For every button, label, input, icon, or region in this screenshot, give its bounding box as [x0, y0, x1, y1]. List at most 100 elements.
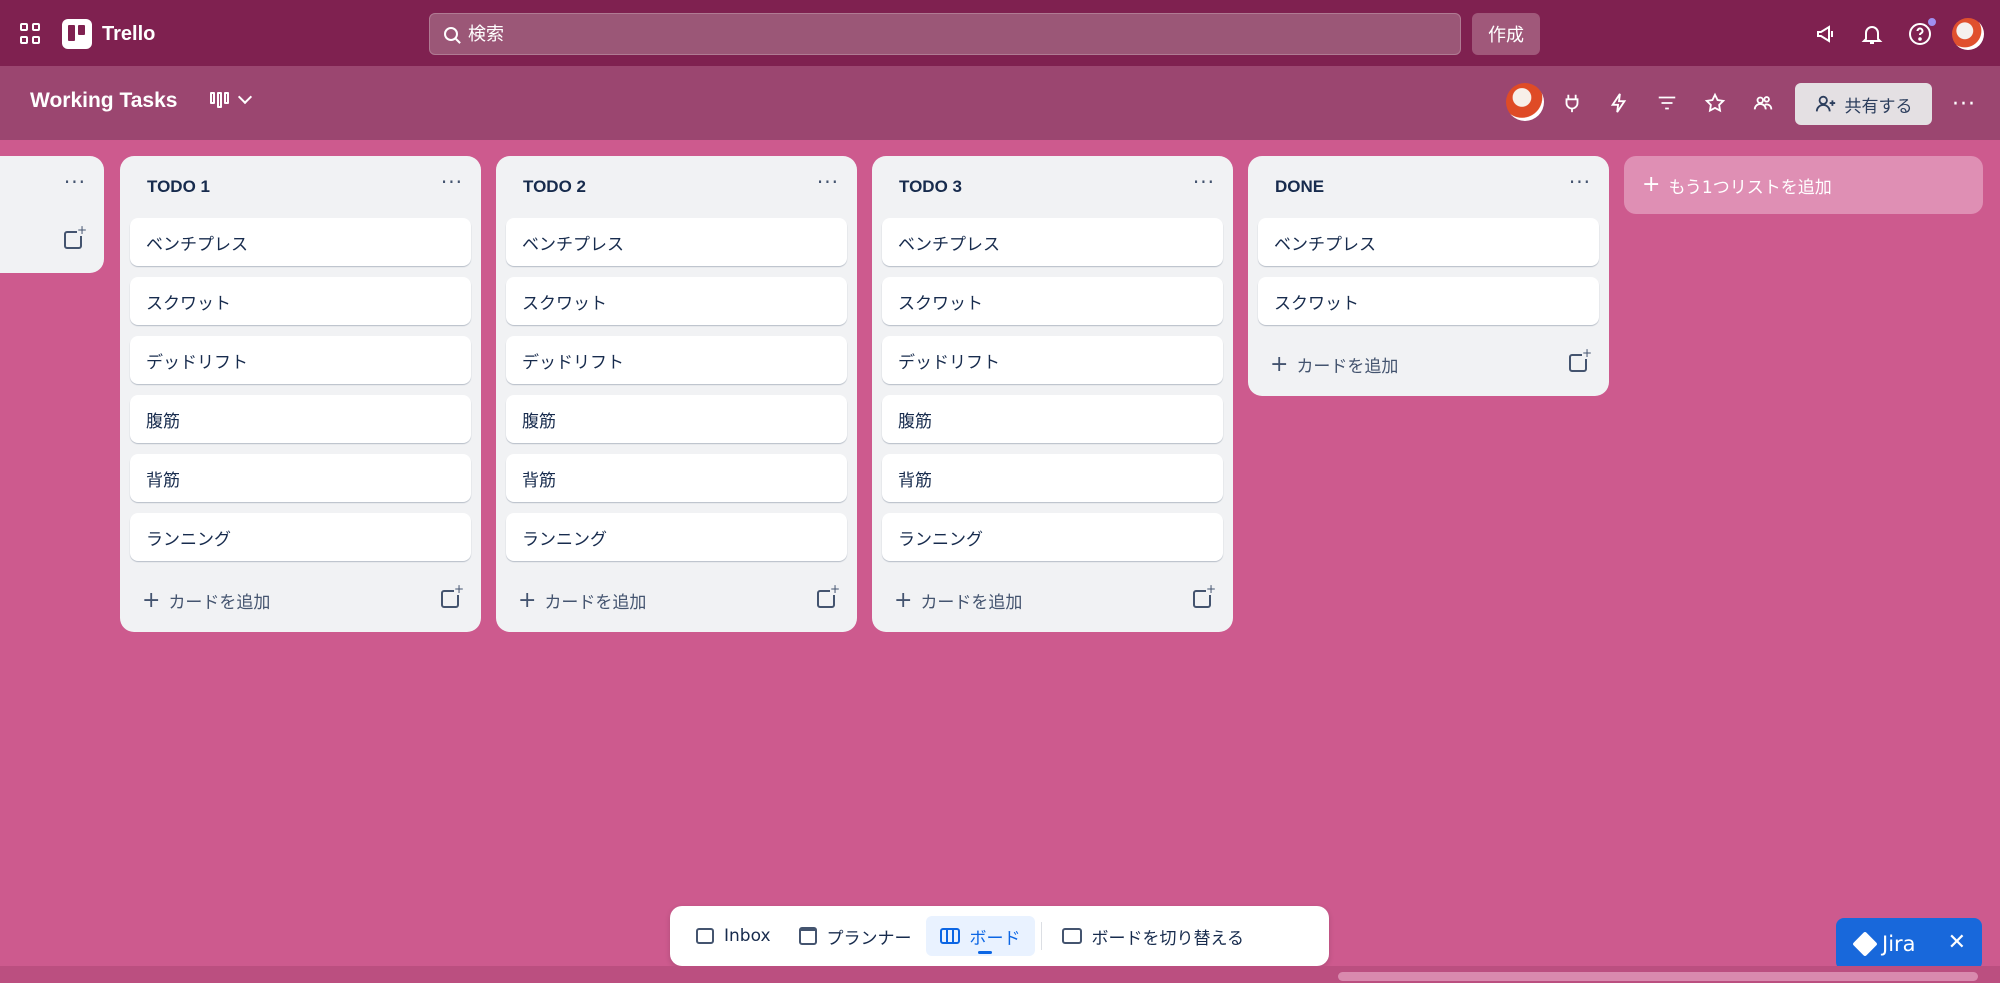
notification-dot: [1926, 16, 1938, 28]
list-header: TODO 2 ···: [496, 156, 857, 218]
bottom-nav-switch-label: ボードを切り替える: [1091, 928, 1245, 949]
members-icon[interactable]: [1752, 92, 1774, 114]
megaphone-icon[interactable]: [1814, 22, 1838, 46]
search-input[interactable]: [468, 23, 1368, 45]
card[interactable]: ベンチプレス: [130, 218, 471, 266]
add-card-button[interactable]: + カードを追加: [894, 588, 1022, 613]
add-card-label: カードを追加: [168, 593, 271, 613]
add-card-label: カードを追加: [544, 593, 647, 613]
automation-icon[interactable]: [1608, 92, 1630, 114]
add-card-button[interactable]: + カードを追加: [1270, 352, 1398, 377]
inbox-icon: [696, 928, 714, 944]
list-title[interactable]: TODO 2: [523, 177, 586, 197]
top-nav: Trello 作成: [0, 0, 2000, 66]
add-card-button[interactable]: + カードを追加: [142, 588, 270, 613]
bottom-nav-board[interactable]: ボード: [925, 916, 1035, 956]
view-switcher[interactable]: [210, 89, 253, 108]
star-icon[interactable]: [1704, 92, 1726, 114]
add-card-button[interactable]: + カードを追加: [518, 588, 646, 613]
card-template-icon[interactable]: [1569, 347, 1592, 372]
bottom-nav-switch-board[interactable]: ボードを切り替える: [1048, 916, 1259, 956]
create-button[interactable]: 作成: [1472, 13, 1540, 55]
card[interactable]: スクワット: [1258, 277, 1599, 325]
filter-icon[interactable]: [1656, 92, 1678, 114]
plus-icon: +: [142, 587, 161, 613]
search-icon: [444, 27, 458, 41]
board-header: Working Tasks 共有する ···: [0, 66, 2000, 140]
card[interactable]: 腹筋: [882, 395, 1223, 443]
close-icon[interactable]: ✕: [1948, 930, 1966, 955]
add-list-label: もう1つリストを追加: [1668, 177, 1832, 198]
bottom-nav-planner[interactable]: プランナー: [785, 916, 926, 956]
add-person-icon: [1815, 95, 1835, 112]
add-card-label: カードを追加: [920, 593, 1023, 613]
list-menu-icon[interactable]: ···: [64, 170, 86, 194]
card[interactable]: ランニング: [130, 513, 471, 561]
card-template-icon[interactable]: [1193, 583, 1216, 608]
bottom-nav-inbox[interactable]: Inbox: [682, 916, 785, 956]
list-partial: ···: [0, 156, 104, 273]
board-menu-icon[interactable]: ···: [1952, 92, 1976, 117]
app-switcher-icon[interactable]: [20, 23, 42, 45]
card-template-icon[interactable]: [817, 583, 840, 608]
card[interactable]: 背筋: [130, 454, 471, 502]
plus-icon: +: [1642, 172, 1661, 197]
jira-logo-icon: [1852, 931, 1878, 957]
card[interactable]: ベンチプレス: [1258, 218, 1599, 266]
board-icon: [939, 928, 960, 944]
card[interactable]: ベンチプレス: [882, 218, 1223, 266]
add-list-button[interactable]: + もう1つリストを追加: [1624, 156, 1983, 214]
board-member-avatar[interactable]: [1506, 83, 1544, 121]
chevron-down-icon: [237, 89, 253, 105]
list-header: DONE ···: [1248, 156, 1609, 218]
list-menu-icon[interactable]: ···: [817, 170, 839, 194]
board-title[interactable]: Working Tasks: [30, 89, 177, 113]
bottom-nav-inbox-label: Inbox: [724, 926, 771, 946]
power-ups-icon[interactable]: [1561, 92, 1583, 114]
list-title[interactable]: TODO 3: [899, 177, 962, 197]
list-header: TODO 3 ···: [872, 156, 1233, 218]
trello-logo[interactable]: Trello: [62, 19, 155, 49]
plus-icon: +: [1270, 351, 1289, 377]
list-menu-icon[interactable]: ···: [1569, 170, 1591, 194]
search-box[interactable]: [429, 13, 1461, 55]
list-menu-icon[interactable]: ···: [1193, 170, 1215, 194]
card[interactable]: 腹筋: [506, 395, 847, 443]
list-footer: + カードを追加: [1248, 334, 1609, 396]
list-footer: + カードを追加: [872, 570, 1233, 632]
card[interactable]: ランニング: [882, 513, 1223, 561]
scrollbar-thumb[interactable]: [1338, 972, 1978, 981]
jira-button[interactable]: Jira ✕: [1836, 918, 1982, 970]
card-template-icon[interactable]: [64, 224, 87, 249]
user-avatar[interactable]: [1952, 18, 1984, 50]
share-label: 共有する: [1844, 96, 1913, 117]
card[interactable]: 腹筋: [130, 395, 471, 443]
list-title[interactable]: TODO 1: [147, 177, 210, 197]
card[interactable]: デッドリフト: [506, 336, 847, 384]
bottom-nav: Inbox プランナー ボード ボードを切り替える: [670, 906, 1329, 966]
list-footer: + カードを追加: [120, 570, 481, 632]
add-card-label: カードを追加: [1296, 357, 1399, 377]
card-template-icon[interactable]: [441, 583, 464, 608]
card[interactable]: デッドリフト: [130, 336, 471, 384]
app-name: Trello: [102, 22, 156, 45]
list-footer: + カードを追加: [496, 570, 857, 632]
trello-logo-icon: [62, 19, 92, 49]
card[interactable]: スクワット: [882, 277, 1223, 325]
bell-icon[interactable]: [1860, 22, 1884, 46]
list-header: TODO 1 ···: [120, 156, 481, 218]
card[interactable]: ベンチプレス: [506, 218, 847, 266]
divider: [1040, 922, 1042, 950]
card[interactable]: 背筋: [882, 454, 1223, 502]
share-button[interactable]: 共有する: [1795, 83, 1932, 125]
list: DONE ··· ベンチプレス スクワット + カードを追加: [1248, 156, 1609, 396]
list-title[interactable]: DONE: [1275, 177, 1324, 197]
card[interactable]: デッドリフト: [882, 336, 1223, 384]
card[interactable]: スクワット: [130, 277, 471, 325]
list-menu-icon[interactable]: ···: [441, 170, 463, 194]
jira-label: Jira: [1882, 932, 1916, 956]
card[interactable]: ランニング: [506, 513, 847, 561]
list: TODO 2 ··· ベンチプレス スクワットデッドリフト 腹筋背筋ランニング + カードを…: [496, 156, 857, 632]
card[interactable]: 背筋: [506, 454, 847, 502]
card[interactable]: スクワット: [506, 277, 847, 325]
